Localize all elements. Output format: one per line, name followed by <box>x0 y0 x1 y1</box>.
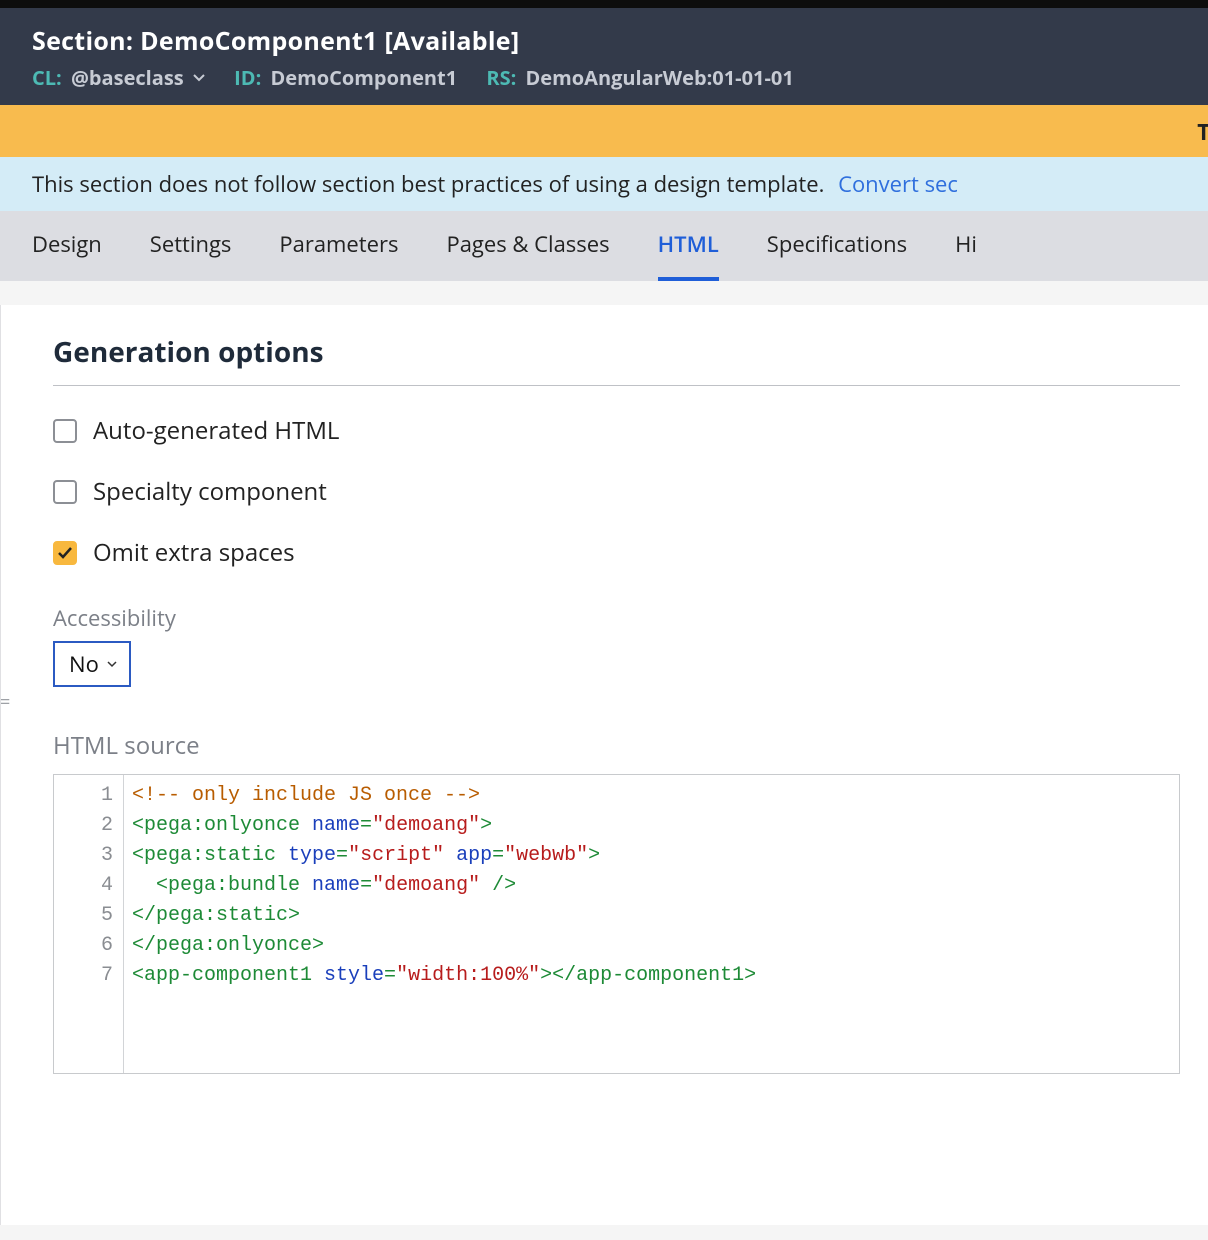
info-text: This section does not follow section bes… <box>32 169 824 199</box>
tab-parameters[interactable]: Parameters <box>279 229 398 281</box>
specialty-checkbox[interactable] <box>53 480 77 504</box>
resize-handle-icon[interactable]: = <box>0 690 18 708</box>
chevron-down-icon <box>193 72 205 84</box>
omit-spaces-checkbox[interactable] <box>53 541 77 565</box>
tab-design[interactable]: Design <box>32 229 102 281</box>
cl-dropdown[interactable]: @baseclass <box>71 64 210 91</box>
tab-history[interactable]: Hi <box>955 229 977 281</box>
tab-settings[interactable]: Settings <box>150 229 232 281</box>
tab-bar: Design Settings Parameters Pages & Class… <box>0 211 1208 281</box>
accessibility-value: No <box>69 649 99 679</box>
accessibility-label: Accessibility <box>53 603 1180 633</box>
auto-html-label: Auto-generated HTML <box>93 414 339 447</box>
html-source-label: HTML source <box>53 729 1180 762</box>
rs-value: DemoAngularWeb:01-01-01 <box>526 64 794 91</box>
auto-html-checkbox[interactable] <box>53 419 77 443</box>
warning-banner: T <box>0 105 1208 157</box>
info-banner: This section does not follow section bes… <box>0 157 1208 211</box>
html-source-editor[interactable]: 1234567 <!-- only include JS once --><pe… <box>53 774 1180 1074</box>
omit-spaces-checkbox-row[interactable]: Omit extra spaces <box>53 536 1180 569</box>
rule-meta: CL: @baseclass ID: DemoComponent1 RS: De… <box>32 64 1176 91</box>
tab-pages-classes[interactable]: Pages & Classes <box>446 229 609 281</box>
rs-key: RS: <box>486 64 516 91</box>
specialty-label: Specialty component <box>93 475 327 508</box>
code-lines[interactable]: <!-- only include JS once --><pega:onlyo… <box>124 775 764 1073</box>
cl-key: CL: <box>32 64 62 91</box>
tab-html[interactable]: HTML <box>658 229 719 281</box>
id-key: ID: <box>234 64 261 91</box>
generation-options-heading: Generation options <box>53 333 1180 386</box>
specialty-checkbox-row[interactable]: Specialty component <box>53 475 1180 508</box>
tab-specifications[interactable]: Specifications <box>767 229 907 281</box>
rule-title: Section: DemoComponent1 [Available] <box>32 24 1176 58</box>
cl-value: @baseclass <box>71 64 184 91</box>
auto-html-checkbox-row[interactable]: Auto-generated HTML <box>53 414 1180 447</box>
warning-clip: T <box>1197 117 1208 147</box>
line-gutter: 1234567 <box>54 775 124 1073</box>
content-panel: Generation options Auto-generated HTML S… <box>0 305 1208 1225</box>
accessibility-select[interactable]: No <box>53 641 131 687</box>
convert-link[interactable]: Convert sec <box>838 169 958 199</box>
id-value: DemoComponent1 <box>271 64 458 91</box>
rule-header: Section: DemoComponent1 [Available] CL: … <box>0 8 1208 105</box>
select-caret-icon <box>107 655 117 674</box>
omit-spaces-label: Omit extra spaces <box>93 536 295 569</box>
window-titlebar <box>0 0 1208 8</box>
